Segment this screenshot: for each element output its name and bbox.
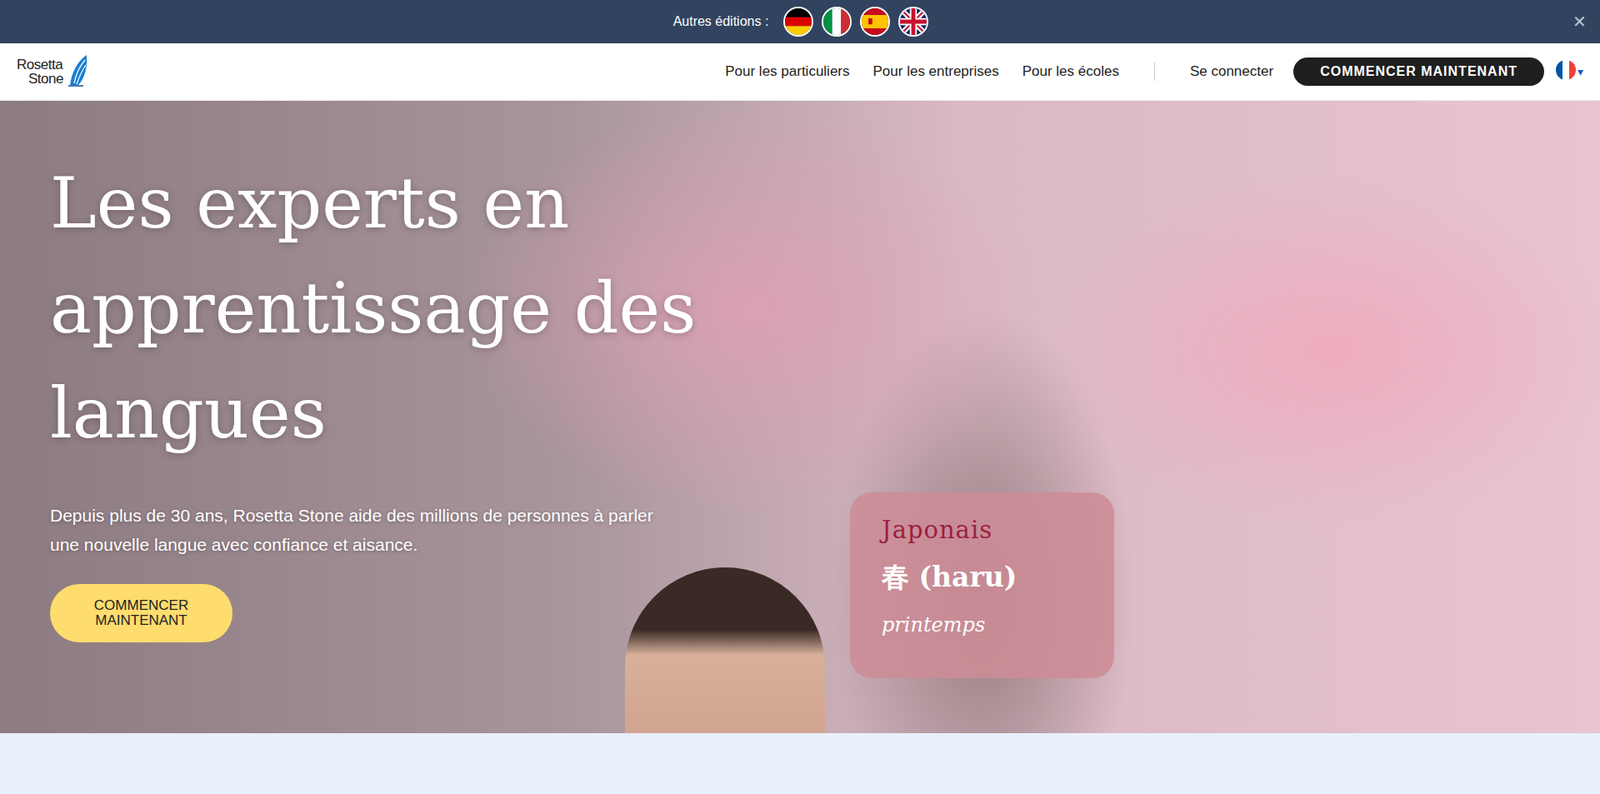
title-line: langues (50, 360, 1600, 466)
hero-content: Les experts enapprentissage deslangues De… (0, 100, 1600, 643)
language-menu[interactable]: ▾ (1555, 60, 1584, 85)
title-line: Les experts en (50, 150, 1600, 256)
hero-photo: Les experts enapprentissage deslangues De… (0, 100, 1600, 734)
start-now-button[interactable]: COMMENCER MAINTENANT (1293, 57, 1545, 86)
nav-link[interactable]: Pour les écoles (1022, 63, 1120, 80)
sign-in-link[interactable]: Se connecter (1190, 63, 1274, 80)
next-section (0, 733, 1600, 794)
hero-subtitle: Depuis plus de 30 ans, Rosetta Stone aid… (50, 500, 684, 560)
editions-label: Autres éditions : (673, 14, 770, 30)
de-flag-icon[interactable] (785, 8, 812, 35)
uk-flag-icon[interactable] (900, 8, 927, 35)
es-flag-icon[interactable] (861, 8, 889, 35)
sail-logo-icon (66, 53, 89, 90)
photo-area (625, 567, 825, 734)
word-card: Japonais 春 (haru) printemps (850, 492, 1115, 679)
logo-line: Stone (16, 71, 64, 86)
nav-link[interactable]: Pour les particuliers (725, 63, 850, 80)
nav-link[interactable]: Pour les entreprises (873, 63, 1000, 80)
hero-title: Les experts enapprentissage deslangues (50, 150, 1600, 466)
button-line: MAINTENANT (95, 613, 188, 629)
card-translation: printemps (881, 613, 1083, 637)
button-line: COMMENCER (94, 598, 189, 614)
editions-banner: Autres éditions : ✕ (0, 0, 1600, 44)
logo[interactable]: RosettaStone (16, 53, 89, 90)
edition-flags (785, 8, 927, 35)
title-line: apprentissage des (50, 255, 1600, 361)
main-nav: RosettaStonePour les particuliersPour le… (0, 43, 1600, 101)
card-language: Japonais (881, 515, 1083, 545)
fr-flag-icon (1555, 60, 1576, 85)
dropdown-arrow: ▾ (1577, 65, 1584, 79)
nav-links: Pour les particuliers Pour les entreprise… (725, 57, 1584, 86)
hero-start-button[interactable]: COMMENCERMAINTENANT (50, 584, 233, 643)
close-button[interactable]: ✕ (1572, 11, 1587, 32)
logo-line: Rosetta (16, 57, 64, 72)
it-flag-icon[interactable] (823, 8, 850, 35)
card-word: 春 (haru) (881, 559, 1083, 597)
nav-divider (1154, 62, 1155, 81)
logo-text: RosettaStone (16, 57, 64, 86)
